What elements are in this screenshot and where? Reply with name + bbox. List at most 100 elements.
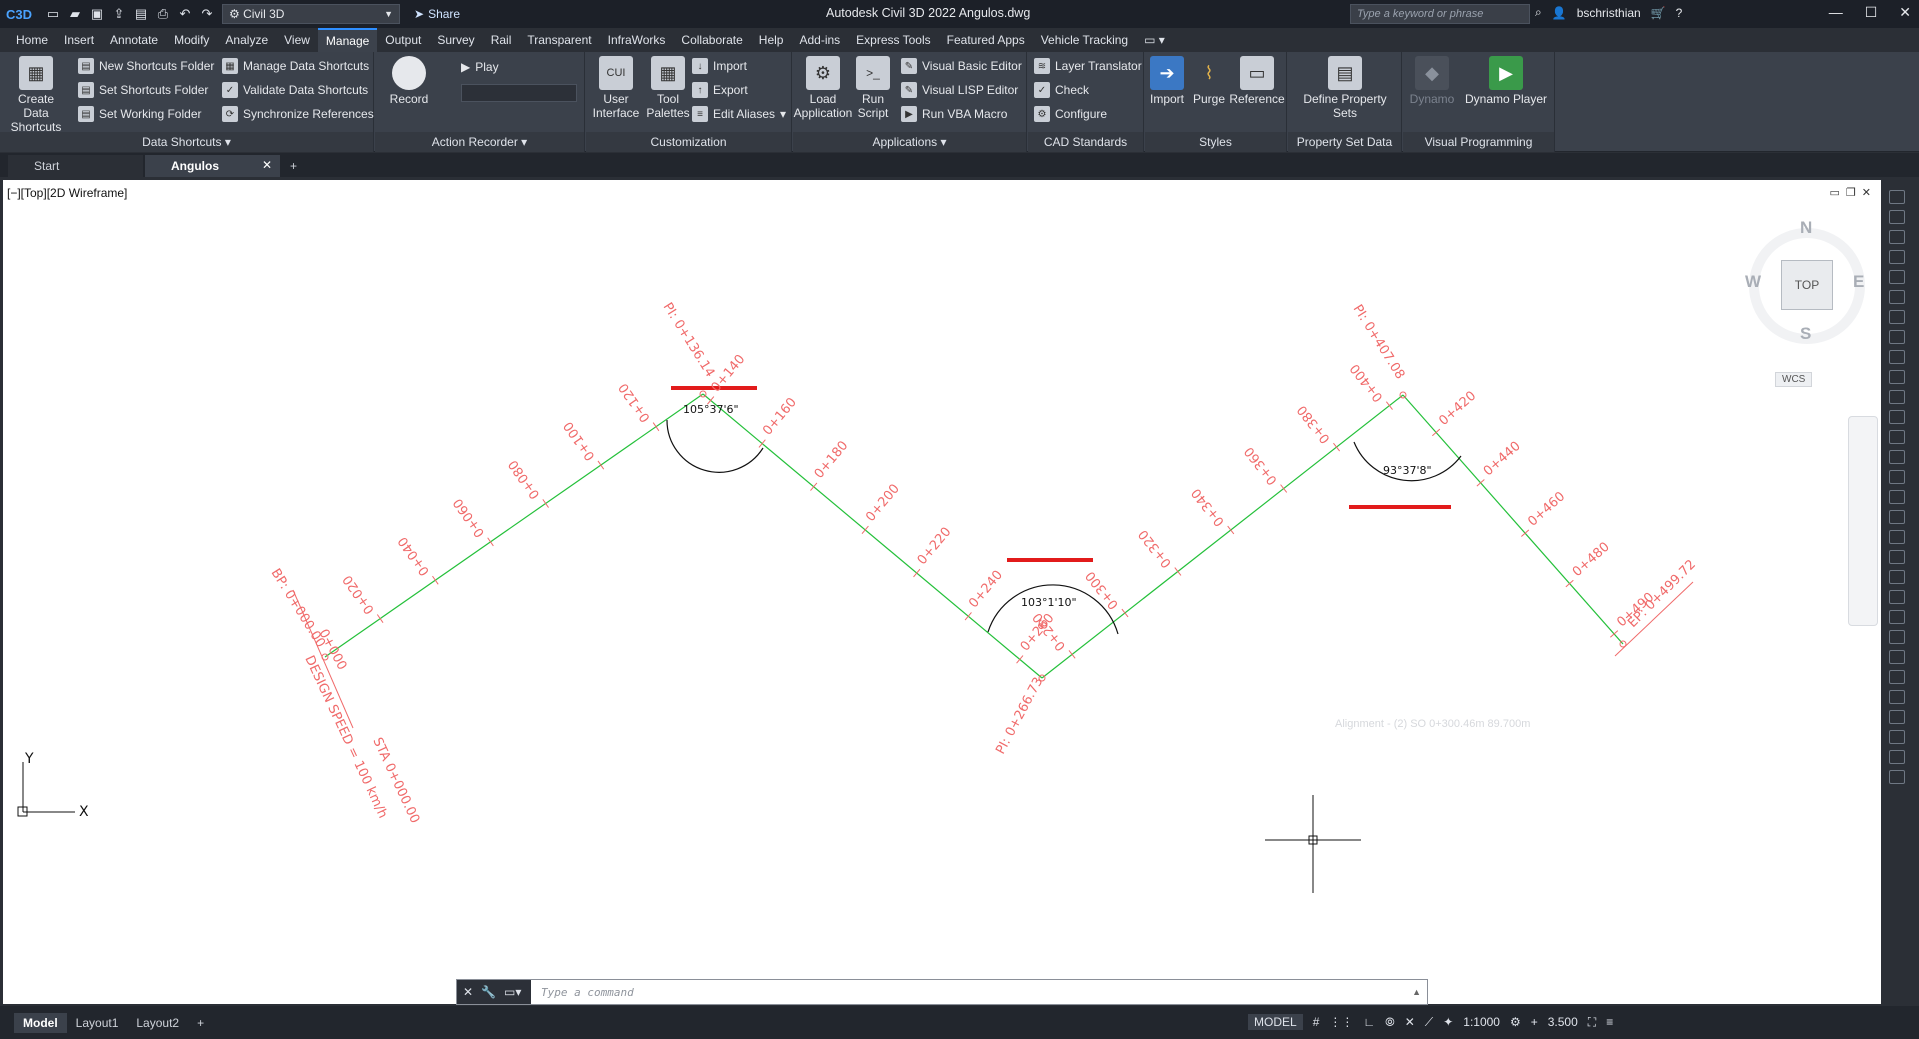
share-button[interactable]: ➤ Share: [414, 7, 460, 21]
palette-tool-icon[interactable]: [1889, 550, 1905, 564]
undo-icon[interactable]: ↶: [176, 5, 194, 23]
annotation-visibility-icon[interactable]: ✦: [1443, 1015, 1453, 1029]
redo-icon[interactable]: ↷: [198, 5, 216, 23]
palette-tool-icon[interactable]: [1889, 710, 1905, 724]
layout-tab-layout2[interactable]: Layout2: [127, 1013, 188, 1033]
run-vba-macro-button[interactable]: ▶ Run VBA Macro: [901, 106, 1007, 122]
new-tab-button[interactable]: +: [282, 155, 305, 177]
tab-output[interactable]: Output: [377, 29, 429, 51]
palette-tool-icon[interactable]: [1889, 450, 1905, 464]
compass-south[interactable]: S: [1800, 324, 1811, 344]
command-input[interactable]: Type a command: [531, 986, 634, 999]
tab-home[interactable]: Home: [8, 29, 56, 51]
tab-manage[interactable]: Manage: [317, 28, 378, 52]
tool-palettes-button[interactable]: ▦ Tool Palettes: [638, 56, 698, 120]
viewcube-top-face[interactable]: TOP: [1781, 260, 1833, 310]
new-shortcuts-folder-button[interactable]: ▤ New Shortcuts Folder: [78, 58, 214, 74]
close-icon[interactable]: ✕: [1899, 4, 1911, 21]
drawing-viewport[interactable]: [−][Top][2D Wireframe] ▭ ❐ ✕ 0+020 0+040 0…: [3, 180, 1881, 1004]
layer-translator-button[interactable]: ≋ Layer Translator: [1034, 58, 1142, 74]
export-button[interactable]: ↑ Export: [692, 82, 748, 98]
fullscreen-icon[interactable]: ⛶: [1588, 1015, 1596, 1030]
layout-tab-model[interactable]: Model: [14, 1012, 67, 1033]
palette-tool-icon[interactable]: [1889, 430, 1905, 444]
user-interface-button[interactable]: CUI User Interface: [586, 56, 646, 120]
compass-east[interactable]: E: [1853, 272, 1864, 292]
app-logo[interactable]: C3D: [6, 7, 40, 22]
palette-tool-icon[interactable]: [1889, 370, 1905, 384]
palette-tool-icon[interactable]: [1889, 510, 1905, 524]
tab-transparent[interactable]: Transparent: [519, 29, 599, 51]
macro-select[interactable]: [461, 84, 577, 102]
close-tab-icon[interactable]: ✕: [262, 158, 272, 172]
check-button[interactable]: ✓ Check: [1034, 82, 1089, 98]
edit-aliases-button[interactable]: ≡ Edit Aliases ▾: [692, 106, 786, 122]
tab-analyze[interactable]: Analyze: [217, 29, 276, 51]
tab-start[interactable]: Start: [8, 155, 143, 177]
palette-tool-icon[interactable]: [1889, 730, 1905, 744]
tab-angulos[interactable]: Angulos ✕: [145, 155, 280, 177]
tab-modify[interactable]: Modify: [166, 29, 217, 51]
dynamo-player-button[interactable]: ▶ Dynamo Player: [1461, 56, 1551, 106]
tab-add-ins[interactable]: Add-ins: [791, 29, 848, 51]
wrench-icon[interactable]: 🔧: [481, 985, 496, 999]
open-icon[interactable]: ▰: [66, 5, 84, 23]
panel-title-data-shortcuts[interactable]: Data Shortcuts ▾: [0, 132, 373, 152]
palette-tool-icon[interactable]: [1889, 190, 1905, 204]
user-icon[interactable]: 👤: [1552, 6, 1567, 20]
tab-infraworks[interactable]: InfraWorks: [600, 29, 674, 51]
palette-tool-icon[interactable]: [1889, 670, 1905, 684]
palette-tool-icon[interactable]: [1889, 330, 1905, 344]
command-line[interactable]: ✕ 🔧 ▭▾ Type a command ▲: [456, 979, 1428, 1005]
palette-tool-icon[interactable]: [1889, 690, 1905, 704]
palette-tool-icon[interactable]: [1889, 630, 1905, 644]
tab-annotate[interactable]: Annotate: [102, 29, 166, 51]
ribbon-options-icon[interactable]: ▭ ▾: [1136, 29, 1173, 51]
isodraft-icon[interactable]: ⟋: [1425, 1015, 1433, 1030]
tab-express-tools[interactable]: Express Tools: [848, 29, 938, 51]
tab-insert[interactable]: Insert: [56, 29, 102, 51]
wcs-menu[interactable]: WCS: [1775, 372, 1813, 387]
compass-west[interactable]: W: [1745, 272, 1761, 292]
palette-tool-icon[interactable]: [1889, 310, 1905, 324]
tab-view[interactable]: View: [276, 29, 318, 51]
panel-title-action-recorder[interactable]: Action Recorder ▾: [375, 132, 584, 152]
palette-tool-icon[interactable]: [1889, 470, 1905, 484]
add-layout-button[interactable]: +: [188, 1013, 213, 1033]
maximize-icon[interactable]: ☐: [1865, 4, 1878, 21]
manage-data-shortcuts-button[interactable]: ▦ Manage Data Shortcuts: [222, 58, 369, 74]
palette-tool-icon[interactable]: [1889, 230, 1905, 244]
osnap-icon[interactable]: ✕: [1405, 1015, 1415, 1029]
save-icon[interactable]: ▣: [88, 5, 106, 23]
layout-tab-layout1[interactable]: Layout1: [67, 1013, 128, 1033]
save-as-icon[interactable]: ⇪: [110, 5, 128, 23]
polar-icon[interactable]: ⦾: [1385, 1015, 1395, 1030]
reference-button[interactable]: ▭ Reference: [1229, 56, 1285, 106]
palette-tool-icon[interactable]: [1889, 410, 1905, 424]
load-application-button[interactable]: ⚙ Load Application: [793, 56, 853, 120]
annotation-value[interactable]: 3.500: [1548, 1015, 1578, 1029]
viewcube[interactable]: N S E W TOP: [1743, 218, 1865, 344]
palette-tool-icon[interactable]: [1889, 290, 1905, 304]
palette-tool-icon[interactable]: [1889, 490, 1905, 504]
run-script-button[interactable]: >_ Run Script: [849, 56, 897, 120]
record-button[interactable]: Record: [379, 56, 439, 106]
snap-icon[interactable]: ⋮⋮: [1329, 1015, 1353, 1029]
close-icon[interactable]: ✕: [463, 985, 473, 999]
visual-basic-editor-button[interactable]: ✎ Visual Basic Editor: [901, 58, 1022, 74]
palette-tool-icon[interactable]: [1889, 350, 1905, 364]
import-button[interactable]: ↓ Import: [692, 58, 747, 74]
palette-tool-icon[interactable]: [1889, 750, 1905, 764]
create-data-shortcuts-button[interactable]: ▦ Create Data Shortcuts: [6, 56, 66, 134]
tab-help[interactable]: Help: [751, 29, 792, 51]
palette-tool-icon[interactable]: [1889, 270, 1905, 284]
validate-data-shortcuts-button[interactable]: ✓ Validate Data Shortcuts: [222, 82, 368, 98]
help-search-input[interactable]: Type a keyword or phrase: [1350, 4, 1530, 24]
cart-icon[interactable]: 🛒: [1651, 6, 1666, 20]
user-name[interactable]: bschristhian: [1577, 6, 1641, 20]
workspace-select[interactable]: ⚙ Civil 3D ▼: [222, 4, 400, 24]
navigation-bar[interactable]: [1848, 416, 1878, 626]
synchronize-references-button[interactable]: ⟳ Synchronize References: [222, 106, 374, 122]
grid-icon[interactable]: #: [1313, 1015, 1320, 1029]
annotation-scale[interactable]: 1:1000: [1463, 1015, 1500, 1029]
